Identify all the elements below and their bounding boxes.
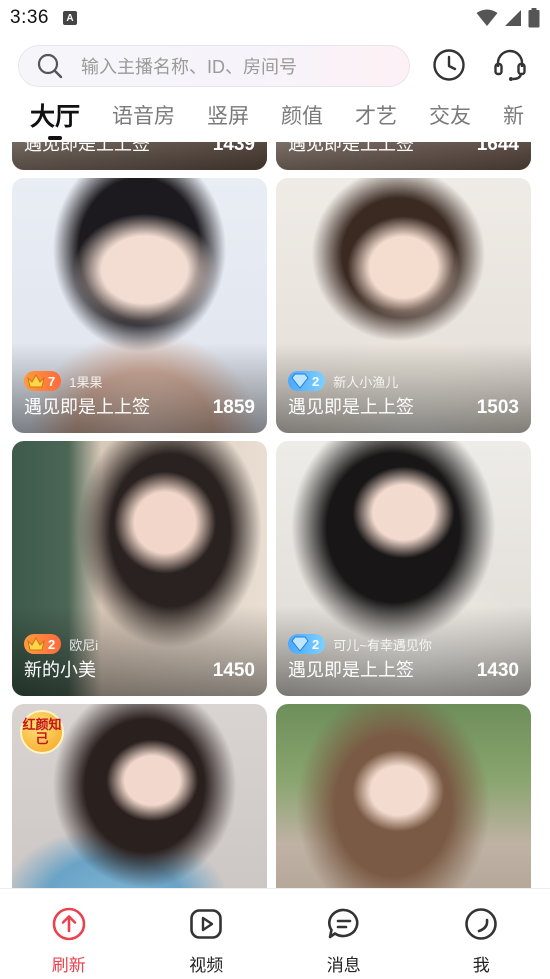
host-name: 可儿~有幸遇见你 [333, 637, 432, 653]
room-card[interactable] [276, 704, 531, 888]
tab-looks[interactable]: 颜值 [281, 96, 323, 138]
bottom-navigation: 刷新 视频 消息 我 [0, 888, 550, 979]
level-number: 2 [48, 636, 56, 652]
diamond-icon [290, 634, 310, 654]
corner-tag-badge: 红颜知己 [20, 710, 64, 754]
nav-label: 视频 [189, 956, 224, 975]
nav-video[interactable]: 视频 [138, 889, 276, 979]
tab-vertical[interactable]: 竖屏 [207, 96, 249, 138]
room-title: 遇见即是上上签 [24, 142, 150, 154]
room-title: 遇见即是上上签 [288, 660, 414, 680]
room-card[interactable]: 遇见即是上上签 1644 [276, 142, 531, 170]
room-card[interactable]: 遇见即是上上签 1439 [12, 142, 267, 170]
host-meta: 7 1果果 [24, 371, 102, 391]
video-play-icon [189, 907, 223, 941]
level-number: 7 [48, 373, 56, 389]
wifi-icon [476, 9, 498, 26]
viewer-count: 1859 [212, 397, 255, 418]
message-bubble-icon [327, 907, 361, 941]
tab-voice-room[interactable]: 语音房 [112, 96, 175, 138]
category-tabs: 大厅 语音房 竖屏 颜值 才艺 交友 新 [0, 96, 550, 142]
level-badge: 7 [24, 371, 62, 391]
tab-friends[interactable]: 交友 [429, 96, 471, 138]
host-meta: 2 可儿~有幸遇见你 [288, 634, 432, 654]
viewer-count: 1450 [212, 660, 255, 681]
diamond-icon [290, 371, 310, 391]
crown-icon [26, 634, 46, 654]
search-icon [37, 53, 63, 79]
viewer-count: 1430 [476, 660, 519, 681]
status-indicators [476, 8, 540, 28]
host-name: 欧尼i [69, 637, 99, 653]
host-name: 新人小渔儿 [333, 374, 399, 390]
host-meta: 2 欧尼i [24, 634, 98, 654]
active-tab-indicator [48, 136, 62, 140]
headset-support-icon[interactable] [491, 46, 529, 84]
tab-talent[interactable]: 才艺 [355, 96, 397, 138]
search-placeholder: 输入主播名称、ID、房间号 [81, 57, 297, 77]
room-card[interactable]: 红颜知己 [12, 704, 267, 888]
search-row: 输入主播名称、ID、房间号 [0, 40, 550, 94]
battery-icon [528, 8, 540, 28]
nav-refresh[interactable]: 刷新 [0, 889, 138, 979]
profile-circle-icon [464, 907, 498, 941]
viewer-count: 1503 [476, 397, 519, 418]
room-grid: 遇见即是上上签 1439 遇见即是上上签 1644 7 1果果 遇见即是上上签 … [0, 142, 550, 888]
viewer-count: 1439 [212, 142, 255, 155]
tab-lobby[interactable]: 大厅 [30, 96, 80, 140]
nav-label: 消息 [326, 956, 361, 975]
search-input[interactable]: 输入主播名称、ID、房间号 [18, 45, 410, 87]
room-title: 遇见即是上上签 [24, 397, 150, 417]
room-card[interactable]: 2 欧尼i 新的小美 1450 [12, 441, 267, 696]
room-title: 遇见即是上上签 [288, 142, 414, 154]
crown-icon [26, 371, 46, 391]
host-name: 1果果 [69, 374, 103, 390]
level-number: 2 [312, 636, 320, 652]
room-title: 遇见即是上上签 [288, 397, 414, 417]
room-cover-image [276, 704, 531, 888]
level-number: 2 [312, 373, 320, 389]
room-card[interactable]: 2 可儿~有幸遇见你 遇见即是上上签 1430 [276, 441, 531, 696]
history-clock-icon[interactable] [430, 46, 468, 84]
tab-new[interactable]: 新 [503, 96, 524, 138]
level-badge: 2 [288, 634, 326, 654]
nav-label: 刷新 [51, 956, 86, 975]
signal-icon [505, 10, 521, 26]
nav-label: 我 [472, 956, 490, 975]
level-badge: 2 [288, 371, 326, 391]
nav-messages[interactable]: 消息 [275, 889, 413, 979]
status-time: 3:36 [10, 7, 49, 28]
level-badge: 2 [24, 634, 62, 654]
room-card[interactable]: 2 新人小渔儿 遇见即是上上签 1503 [276, 178, 531, 433]
nav-profile[interactable]: 我 [413, 889, 550, 979]
host-meta: 2 新人小渔儿 [288, 371, 398, 391]
room-title: 新的小美 [24, 660, 96, 680]
status-bar: 3:36 A [0, 0, 550, 36]
room-card[interactable]: 7 1果果 遇见即是上上签 1859 [12, 178, 267, 433]
viewer-count: 1644 [476, 142, 519, 155]
notification-icon: A [62, 11, 77, 25]
refresh-upload-icon [52, 907, 86, 941]
